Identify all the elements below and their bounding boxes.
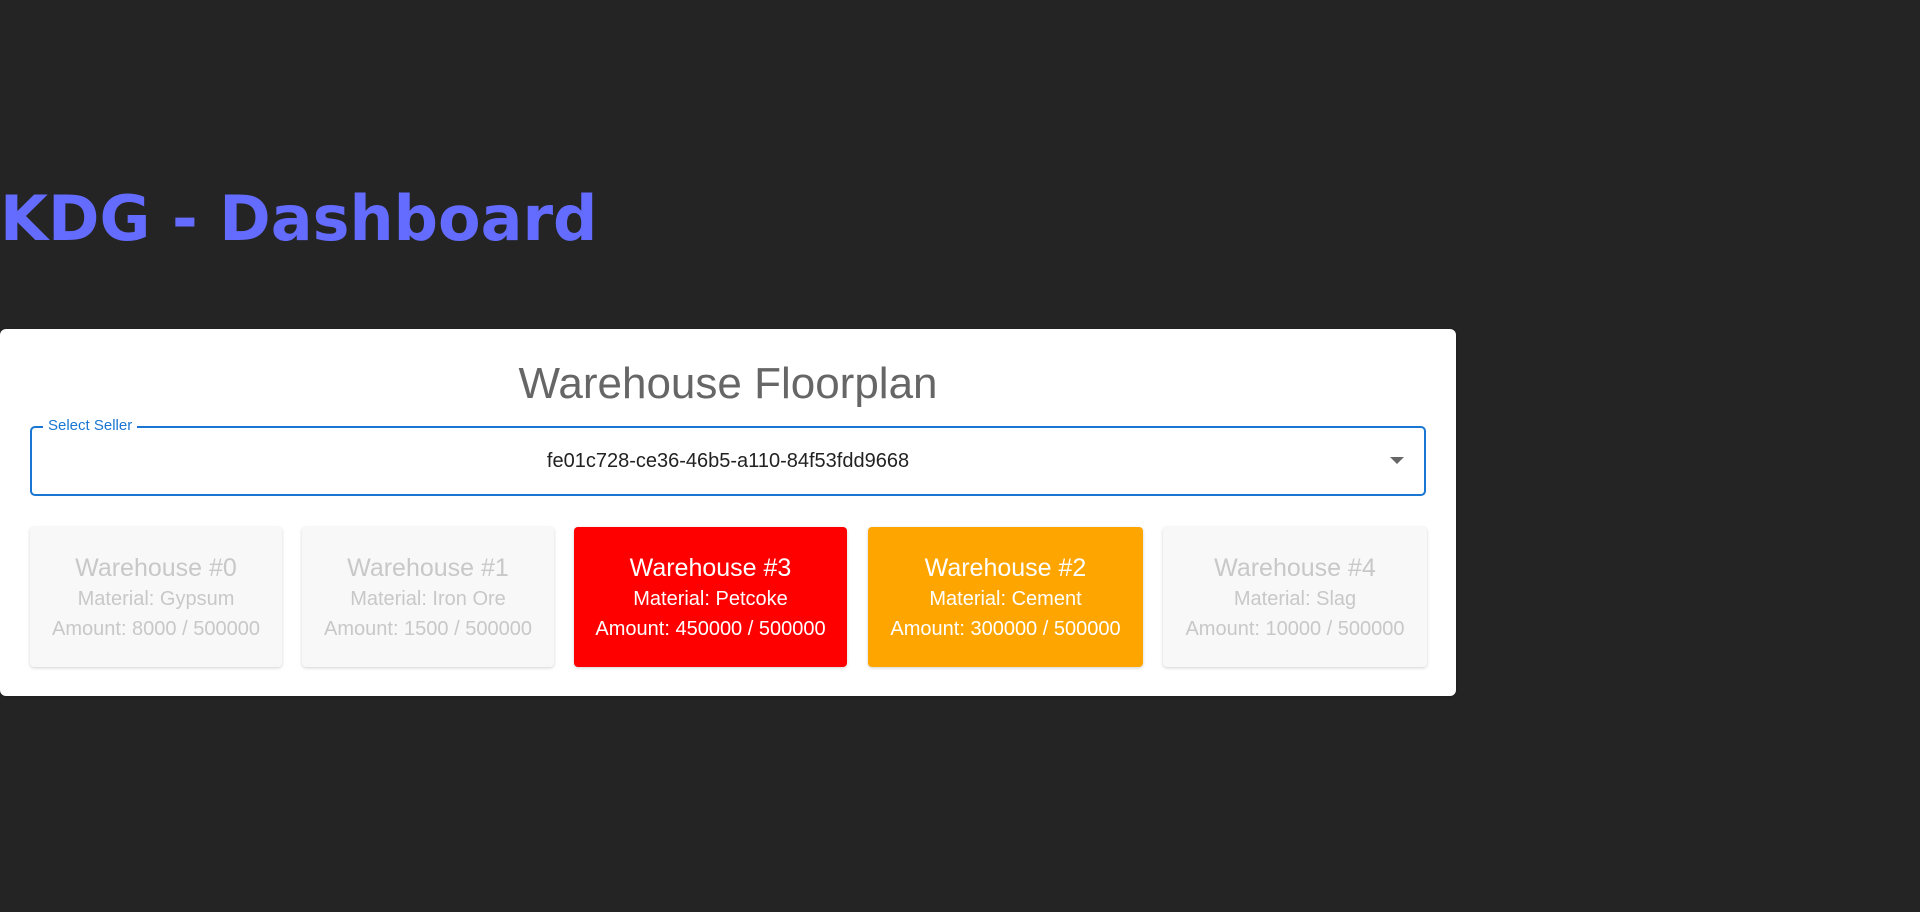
warehouse-amount: Amount: 450000 / 500000 [595,618,826,640]
warehouse-amount: Amount: 8000 / 500000 [52,618,260,640]
warehouse-name: Warehouse #3 [629,554,792,582]
arrow-drop-down-icon[interactable] [1390,457,1404,464]
warehouse-name: Warehouse #2 [924,554,1087,582]
warehouse-amount: Amount: 300000 / 500000 [890,618,1121,640]
warehouse-amount: Amount: 10000 / 500000 [1185,618,1405,640]
warehouse-material: Material: Slag [1233,588,1357,610]
warehouse-card-3[interactable]: Warehouse #3 Material: Petcoke Amount: 4… [574,527,847,667]
seller-select-value: fe01c728-ce36-46b5-a110-84f53fdd9668 [546,450,910,472]
warehouse-card-0[interactable]: Warehouse #0 Material: Gypsum Amount: 80… [30,527,282,667]
page-title: KDG - Dashboard [0,182,598,255]
warehouse-card-2[interactable]: Warehouse #2 Material: Cement Amount: 30… [868,527,1143,667]
warehouse-material: Material: Iron Ore [350,588,506,610]
warehouse-material: Material: Petcoke [633,588,788,610]
warehouse-name: Warehouse #4 [1214,554,1376,582]
warehouse-amount: Amount: 1500 / 500000 [324,618,532,640]
warehouse-material: Material: Cement [929,588,1082,610]
floorplan-title: Warehouse Floorplan [518,359,938,408]
warehouse-card-1[interactable]: Warehouse #1 Material: Iron Ore Amount: … [302,527,554,667]
warehouse-card-4[interactable]: Warehouse #4 Material: Slag Amount: 1000… [1163,527,1427,667]
seller-select[interactable]: Select Seller fe01c728-ce36-46b5-a110-84… [30,417,1426,496]
warehouse-material: Material: Gypsum [77,588,235,610]
warehouse-name: Warehouse #1 [347,554,509,582]
warehouse-name: Warehouse #0 [75,554,237,582]
